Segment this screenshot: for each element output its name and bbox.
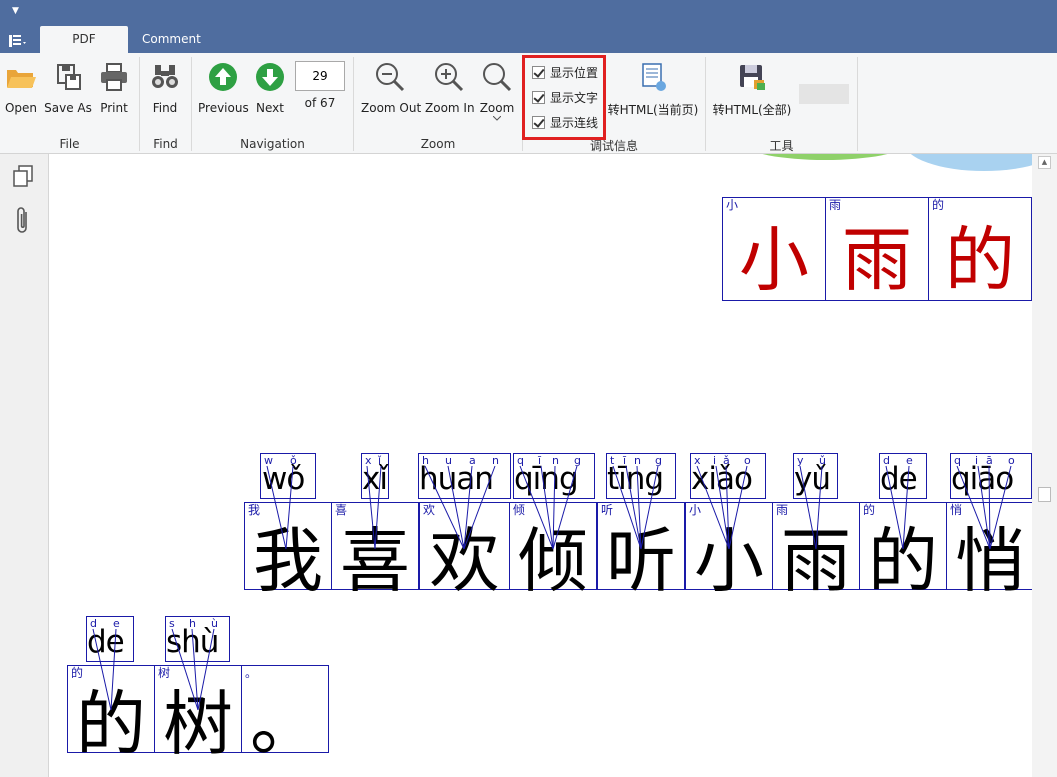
ribbon: Open Save As Print File Find Find Previo… — [0, 53, 1057, 154]
attachment-paperclip-icon[interactable] — [12, 206, 34, 236]
char-cell: 树 树 — [154, 665, 242, 765]
group-separator — [857, 57, 858, 151]
char-cell: 。 。 — [241, 665, 329, 765]
char-cell: 倾 倾 — [509, 502, 597, 602]
char-cell: 小 小 — [685, 502, 773, 602]
group-label-debug: 调试信息 — [589, 139, 638, 153]
zoom-in-icon — [435, 63, 464, 92]
document-view[interactable]: 小 小 雨 雨 的 的 w ǒ wǒ x ǐ xǐ h u a n huan q… — [49, 154, 1032, 777]
pinyin-box: d e de — [86, 616, 134, 662]
save-as-icon — [57, 64, 81, 90]
zoom-in-button[interactable]: Zoom In — [425, 61, 475, 121]
zoom-out-icon — [376, 63, 405, 92]
zoom-out-button[interactable]: Zoom Out — [361, 61, 421, 121]
char-cell: 的 的 — [859, 502, 947, 602]
char-cell: 的 的 — [67, 665, 155, 765]
chevron-down-icon — [493, 116, 501, 121]
checkbox-checked-icon — [532, 90, 545, 104]
pages-thumbnail-icon[interactable] — [12, 164, 36, 188]
find-button[interactable]: Find — [146, 61, 184, 121]
page-number-input[interactable] — [295, 61, 345, 91]
show-position-checkbox[interactable]: 显示位置 — [532, 63, 598, 81]
scrollbar-thumb[interactable] — [1038, 487, 1051, 502]
checkbox-checked-icon — [532, 115, 545, 129]
app-menu-icon[interactable] — [7, 33, 29, 49]
zoom-button[interactable]: Zoom — [478, 61, 516, 121]
zoom-icon — [483, 63, 512, 92]
pinyin-box: w ǒ wǒ — [260, 453, 316, 499]
group-label-file: File — [59, 137, 80, 151]
floppy-disk-icon — [740, 65, 765, 90]
to-html-all-button[interactable]: 转HTML(全部) — [712, 61, 792, 121]
open-button[interactable]: Open — [4, 61, 38, 121]
char-cell: 喜 喜 — [331, 502, 419, 602]
next-page-button[interactable]: Next — [253, 61, 287, 121]
pinyin-box: q ī n g qīng — [513, 453, 595, 499]
pinyin-box: d e de — [879, 453, 927, 499]
pinyin-box: x i ǎ o xiǎo — [690, 453, 766, 499]
page-total-label: of 67 — [304, 96, 336, 110]
group-label-find: Find — [153, 137, 178, 151]
page-decoration-blue — [904, 154, 1032, 171]
char-cell: 小 小 — [722, 197, 826, 301]
title-bar: ▼ — [0, 0, 1057, 26]
show-links-checkbox[interactable]: 显示连线 — [532, 113, 598, 131]
group-label-zoom: Zoom — [420, 137, 456, 151]
char-cell: 我 我 — [244, 502, 332, 602]
char-cell: 雨 雨 — [825, 197, 929, 301]
debug-options-highlight: 显示位置 显示文字 显示连线 — [522, 55, 606, 140]
tool-placeholder-field[interactable] — [799, 84, 849, 104]
char-cell: 悄 悄 — [946, 502, 1032, 602]
pinyin-box: x ǐ xǐ — [361, 453, 389, 499]
char-cell: 听 听 — [597, 502, 685, 602]
folder-open-icon — [7, 70, 36, 88]
ribbon-tab-row: PDF Viewer Comment — [0, 26, 1057, 73]
pinyin-box: q i ā o qiāo — [950, 453, 1032, 499]
page-decoration-green — [745, 154, 905, 160]
document-export-icon — [642, 63, 666, 91]
vertical-scrollbar[interactable]: ▲ — [1032, 154, 1057, 777]
quick-access-dropdown-icon[interactable]: ▼ — [12, 6, 19, 16]
pinyin-box: s h ù shù — [165, 616, 230, 662]
char-cell: 欢 欢 — [419, 502, 510, 602]
pinyin-box: h u a n huan — [418, 453, 511, 499]
pinyin-box: t ī n g tīng — [606, 453, 676, 499]
left-side-panel — [0, 154, 49, 777]
tab-comment[interactable]: Comment — [130, 26, 213, 53]
binoculars-icon — [152, 65, 178, 88]
show-text-checkbox[interactable]: 显示文字 — [532, 88, 598, 106]
previous-page-button[interactable]: Previous — [198, 61, 249, 121]
to-html-current-button[interactable]: 转HTML(当前页) — [606, 61, 700, 121]
group-label-navigation: Navigation — [240, 137, 305, 151]
tab-pdf-viewer[interactable]: PDF Viewer — [40, 26, 128, 73]
scroll-up-icon[interactable]: ▲ — [1038, 156, 1051, 169]
printer-icon — [101, 63, 127, 91]
print-button[interactable]: Print — [97, 61, 131, 121]
arrow-down-icon — [256, 63, 284, 91]
char-cell: 雨 雨 — [772, 502, 860, 602]
char-cell: 的 的 — [928, 197, 1032, 301]
group-label-tools: 工具 — [769, 139, 794, 153]
save-as-button[interactable]: Save As — [44, 61, 92, 121]
arrow-up-icon — [209, 63, 237, 91]
checkbox-checked-icon — [532, 65, 545, 79]
pinyin-box: y ǔ yǔ — [793, 453, 838, 499]
